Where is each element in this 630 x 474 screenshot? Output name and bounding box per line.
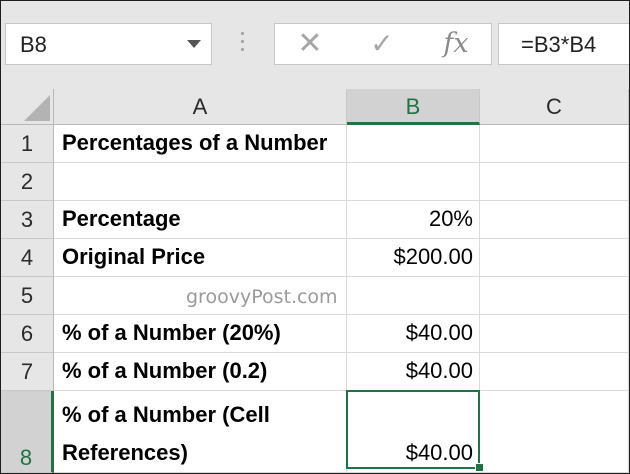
name-box-value: B8 [20, 32, 47, 57]
row-header-5[interactable]: 5 [1, 277, 54, 315]
cell-b6[interactable]: $40.00 [347, 315, 480, 353]
column-header-a[interactable]: A [54, 89, 347, 125]
row-header-7[interactable]: 7 [1, 353, 54, 391]
cell-text: $40.00 [405, 440, 473, 465]
cell-text: Percentage [62, 206, 181, 231]
column-header-c[interactable]: C [480, 89, 629, 125]
cell-c7[interactable] [480, 353, 629, 391]
watermark: groovyPost.com [186, 286, 338, 308]
row-header-3[interactable]: 3 [1, 201, 54, 239]
insert-function-button[interactable]: fx [438, 24, 474, 64]
formula-buttons: ✕ ✓ fx [274, 23, 492, 65]
spreadsheet-grid: A B C 1 Percentages of a Number 2 3 Perc… [1, 89, 629, 473]
cell-b7[interactable]: $40.00 [347, 353, 480, 391]
cell-a6[interactable]: % of a Number (20%) [54, 315, 347, 353]
cell-text: Percentages of a Number [62, 130, 328, 155]
fill-handle[interactable] [475, 463, 484, 472]
excel-window: B8 ✕ ✓ fx =B3*B4 A B C 1 Percentages of … [0, 0, 630, 474]
cell-c3[interactable] [480, 201, 629, 239]
cell-a4[interactable]: Original Price [54, 239, 347, 277]
row-header-4[interactable]: 4 [1, 239, 54, 277]
cell-a3[interactable]: Percentage [54, 201, 347, 239]
name-box[interactable]: B8 [5, 23, 212, 65]
row-header-6[interactable]: 6 [1, 315, 54, 353]
cell-b3[interactable]: 20% [347, 201, 480, 239]
cancel-x-icon[interactable]: ✕ [295, 24, 325, 64]
cell-a1[interactable]: Percentages of a Number [54, 125, 347, 163]
cell-text: % of a Number (Cell References) [62, 402, 270, 465]
cell-a2[interactable] [54, 163, 347, 201]
formula-input[interactable]: =B3*B4 [498, 23, 629, 65]
cell-c6[interactable] [480, 315, 629, 353]
cell-c2[interactable] [480, 163, 629, 201]
cell-text: $200.00 [393, 244, 473, 269]
cell-a7[interactable]: % of a Number (0.2) [54, 353, 347, 391]
chevron-down-icon[interactable] [187, 40, 201, 48]
cell-a8[interactable]: % of a Number (Cell References) [54, 391, 347, 473]
cell-text: % of a Number (0.2) [62, 358, 268, 383]
formula-text: =B3*B4 [521, 32, 597, 57]
column-header-b[interactable]: B [347, 89, 480, 125]
splitter-handle-icon[interactable] [241, 32, 245, 56]
cell-text: $40.00 [405, 320, 473, 345]
row-header-8[interactable]: 8 [1, 391, 54, 473]
cell-text: Original Price [62, 244, 206, 269]
row-header-1[interactable]: 1 [1, 125, 54, 163]
checkmark-icon[interactable]: ✓ [367, 24, 397, 64]
cell-b1[interactable] [347, 125, 480, 163]
cell-b4[interactable]: $200.00 [347, 239, 480, 277]
cell-c1[interactable] [480, 125, 629, 163]
cell-b8[interactable]: $40.00 [347, 391, 480, 473]
cell-text: $40.00 [405, 358, 473, 383]
cell-c4[interactable] [480, 239, 629, 277]
cell-text: % of a Number (20%) [62, 320, 281, 345]
cell-c5[interactable] [480, 277, 629, 315]
cell-b2[interactable] [347, 163, 480, 201]
cell-text: 20% [428, 206, 473, 231]
formula-bar-area: B8 ✕ ✓ fx =B3*B4 [1, 1, 629, 89]
cell-b5[interactable] [347, 277, 480, 315]
select-all-triangle-icon [24, 95, 50, 121]
row-header-2[interactable]: 2 [1, 163, 54, 201]
select-all-button[interactable] [1, 89, 54, 125]
cell-c8[interactable] [480, 391, 629, 473]
